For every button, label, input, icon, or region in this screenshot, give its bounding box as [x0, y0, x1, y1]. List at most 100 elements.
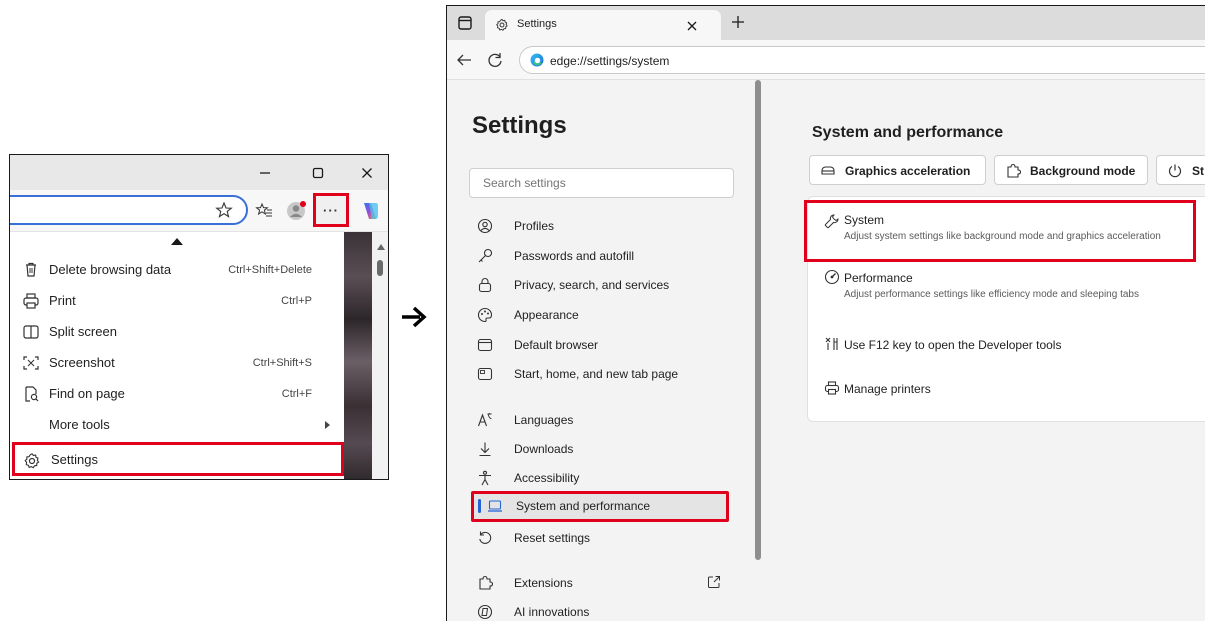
menu-item-label: Delete browsing data — [49, 262, 172, 277]
favorite-star-button[interactable] — [210, 196, 238, 224]
sidebar-item-label: Accessibility — [514, 471, 580, 485]
chip-label: St — [1192, 164, 1204, 178]
browser-toolbar: ··· — [10, 190, 388, 232]
sidebar-item-passwords[interactable]: Passwords and autofill — [469, 242, 729, 270]
screenshot-icon — [23, 356, 39, 370]
sidebar-item-label: Extensions — [514, 576, 573, 590]
section-title: System and performance — [812, 124, 1004, 141]
url-text: edge://settings/system — [550, 54, 670, 68]
sidebar-item-ai-innovations[interactable]: AI innovations — [469, 598, 729, 621]
sidebar-item-label: Reset settings — [514, 531, 591, 545]
menu-item-settings[interactable]: Settings — [12, 442, 344, 476]
trash-icon — [26, 262, 36, 277]
favorites-button[interactable] — [250, 197, 278, 225]
new-tab-icon[interactable] — [731, 15, 745, 29]
sidebar-item-profiles[interactable]: Profiles — [469, 212, 729, 240]
sidebar-item-label: Privacy, search, and services — [514, 278, 670, 292]
search-settings-input[interactable] — [469, 168, 734, 198]
row-description: Adjust performance settings like efficie… — [844, 289, 1139, 300]
graphics-acceleration-button[interactable]: Graphics acceleration — [809, 155, 986, 185]
performance-row[interactable]: Performance Adjust performance settings … — [808, 267, 1205, 321]
submenu-arrow-icon — [325, 421, 330, 429]
sidebar-item-privacy[interactable]: Privacy, search, and services — [469, 271, 729, 299]
scrollbar[interactable] — [372, 232, 388, 479]
tab-settings[interactable]: Settings — [485, 10, 721, 40]
menu-item-label: Split screen — [49, 324, 117, 339]
power-icon — [1168, 164, 1182, 178]
close-icon[interactable] — [687, 21, 697, 31]
selected-indicator — [478, 499, 481, 513]
menu-item-print[interactable]: Print Ctrl+P — [10, 285, 344, 316]
more-options-menu: Delete browsing data Ctrl+Shift+Delete P… — [10, 232, 350, 479]
minimize-icon — [260, 171, 270, 174]
menu-item-label: Print — [49, 293, 76, 308]
sidebar-item-start-home[interactable]: Start, home, and new tab page — [469, 360, 729, 388]
gear-icon — [24, 453, 40, 469]
maximize-button[interactable] — [295, 155, 341, 190]
key-icon — [478, 248, 493, 263]
menu-item-label: Screenshot — [49, 355, 115, 370]
browser-window-icon — [477, 338, 493, 352]
menu-item-split-screen[interactable]: Split screen — [10, 316, 344, 347]
startup-boost-button[interactable]: St — [1156, 155, 1205, 185]
menu-item-delete-browsing-data[interactable]: Delete browsing data Ctrl+Shift+Delete — [10, 254, 344, 285]
system-row-highlight — [804, 200, 1196, 262]
row-title: Manage printers — [844, 382, 931, 396]
sidebar-item-languages[interactable]: Languages — [469, 406, 729, 434]
address-bar[interactable]: edge://settings/system — [519, 46, 1205, 74]
sidebar-item-label: Profiles — [514, 219, 555, 233]
refresh-icon[interactable] — [487, 52, 503, 68]
sidebar-item-accessibility[interactable]: Accessibility — [469, 464, 729, 492]
browser-window-left: ··· Delete browsing data Ctrl+Shift+Dele… — [9, 154, 389, 480]
sidebar-item-label: Passwords and autofill — [514, 249, 635, 263]
menu-item-shortcut: Ctrl+Shift+Delete — [228, 263, 312, 276]
more-options-button[interactable]: ··· — [313, 193, 349, 227]
tab-actions-icon[interactable] — [458, 16, 472, 30]
menu-item-find-on-page[interactable]: Find on page Ctrl+F — [10, 378, 344, 409]
menu-caret-icon — [171, 238, 183, 245]
languages-icon — [477, 413, 492, 427]
manage-printers-row[interactable]: Manage printers — [808, 375, 1205, 401]
developer-tools-icon — [825, 337, 838, 350]
title-bar — [10, 155, 388, 190]
gear-icon — [496, 18, 508, 31]
sidebar-item-label: Start, home, and new tab page — [514, 367, 679, 381]
sidebar-item-system-and-performance[interactable]: System and performance — [471, 491, 729, 522]
minimize-button[interactable] — [242, 155, 288, 190]
sidebar-item-default-browser[interactable]: Default browser — [469, 331, 729, 359]
sidebar-scrollbar[interactable] — [755, 80, 761, 560]
external-link-icon[interactable] — [707, 575, 721, 589]
scroll-up-icon[interactable] — [377, 244, 385, 250]
profile-icon — [477, 218, 493, 234]
menu-item-screenshot[interactable]: Screenshot Ctrl+Shift+S — [10, 347, 344, 378]
printer-icon — [824, 381, 840, 395]
reset-icon — [479, 531, 492, 544]
scrollbar-thumb[interactable] — [377, 260, 383, 276]
sidebar-item-appearance[interactable]: Appearance — [469, 301, 729, 329]
sidebar-item-reset-settings[interactable]: Reset settings — [469, 524, 729, 552]
menu-item-label: Settings — [51, 451, 98, 467]
sidebar-item-extensions[interactable]: Extensions — [469, 569, 729, 597]
address-bar[interactable] — [10, 195, 248, 225]
close-icon — [362, 167, 372, 178]
menu-item-shortcut: Ctrl+F — [281, 387, 312, 400]
f12-developer-tools-row[interactable]: Use F12 key to open the Developer tools — [808, 332, 1205, 358]
avatar-icon — [287, 201, 306, 220]
background-mode-button[interactable]: Background mode — [994, 155, 1148, 185]
palette-icon — [477, 307, 493, 323]
profile-button[interactable] — [282, 197, 310, 225]
copilot-button[interactable] — [356, 197, 384, 225]
back-icon[interactable] — [456, 53, 472, 67]
edge-logo-icon — [530, 53, 544, 67]
menu-item-label: More tools — [49, 417, 110, 432]
menu-item-more-tools[interactable]: More tools — [10, 409, 344, 440]
browser-window-right: Settings edge://settings/system Settings… — [446, 5, 1205, 621]
sidebar-item-label: Appearance — [514, 308, 579, 322]
menu-item-shortcut: Ctrl+Shift+S — [252, 356, 312, 369]
page-content-preview — [344, 232, 372, 479]
lock-icon — [478, 278, 492, 293]
tab-title: Settings — [517, 18, 557, 30]
close-window-button[interactable] — [344, 155, 388, 190]
sidebar-item-downloads[interactable]: Downloads — [469, 435, 729, 463]
chip-label: Background mode — [1030, 164, 1136, 178]
